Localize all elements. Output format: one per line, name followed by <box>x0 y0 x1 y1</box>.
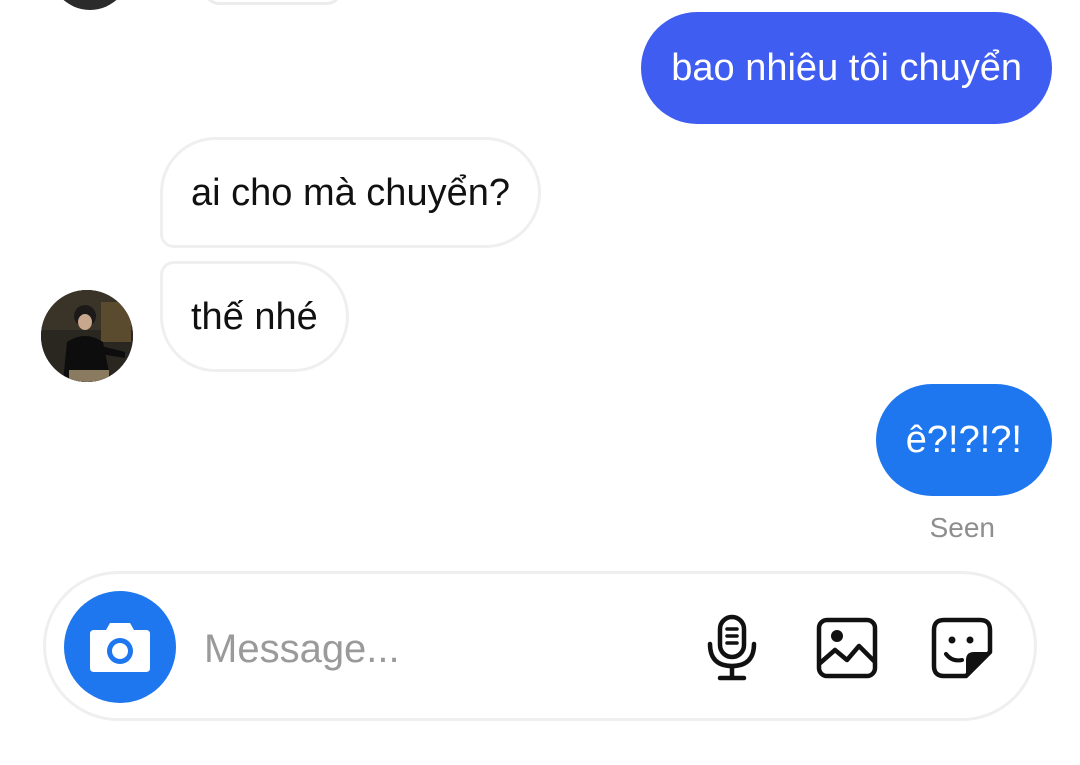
chat-screen: bao nhiêu tôi chuyển ai cho mà chuyển? t… <box>0 0 1080 765</box>
sticker-icon <box>931 617 993 679</box>
seen-status: Seen <box>929 512 995 543</box>
sticker-button[interactable] <box>926 612 998 684</box>
camera-icon <box>90 623 150 672</box>
microphone-icon <box>707 614 757 681</box>
image-icon <box>816 617 878 679</box>
gallery-button[interactable] <box>811 612 883 684</box>
message-bubble-partial <box>204 0 342 5</box>
avatar-photo <box>41 290 133 382</box>
outgoing-message-bubble[interactable]: ê?!?!?! <box>875 384 1052 496</box>
incoming-message-bubble[interactable]: thế nhé <box>160 261 349 372</box>
message-text: ai cho mà chuyển? <box>191 171 510 214</box>
message-input[interactable] <box>204 612 644 686</box>
incoming-message-bubble[interactable]: ai cho mà chuyển? <box>160 137 541 248</box>
message-text: bao nhiêu tôi chuyển <box>671 47 1022 89</box>
message-text: thế nhé <box>191 295 318 338</box>
contact-avatar[interactable] <box>41 290 133 382</box>
microphone-button[interactable] <box>696 612 768 684</box>
avatar-partial <box>48 0 132 10</box>
message-composer <box>43 571 1037 721</box>
message-text: ê?!?!?! <box>905 419 1022 461</box>
camera-button[interactable] <box>64 591 176 703</box>
outgoing-message-bubble[interactable]: bao nhiêu tôi chuyển <box>641 12 1052 124</box>
